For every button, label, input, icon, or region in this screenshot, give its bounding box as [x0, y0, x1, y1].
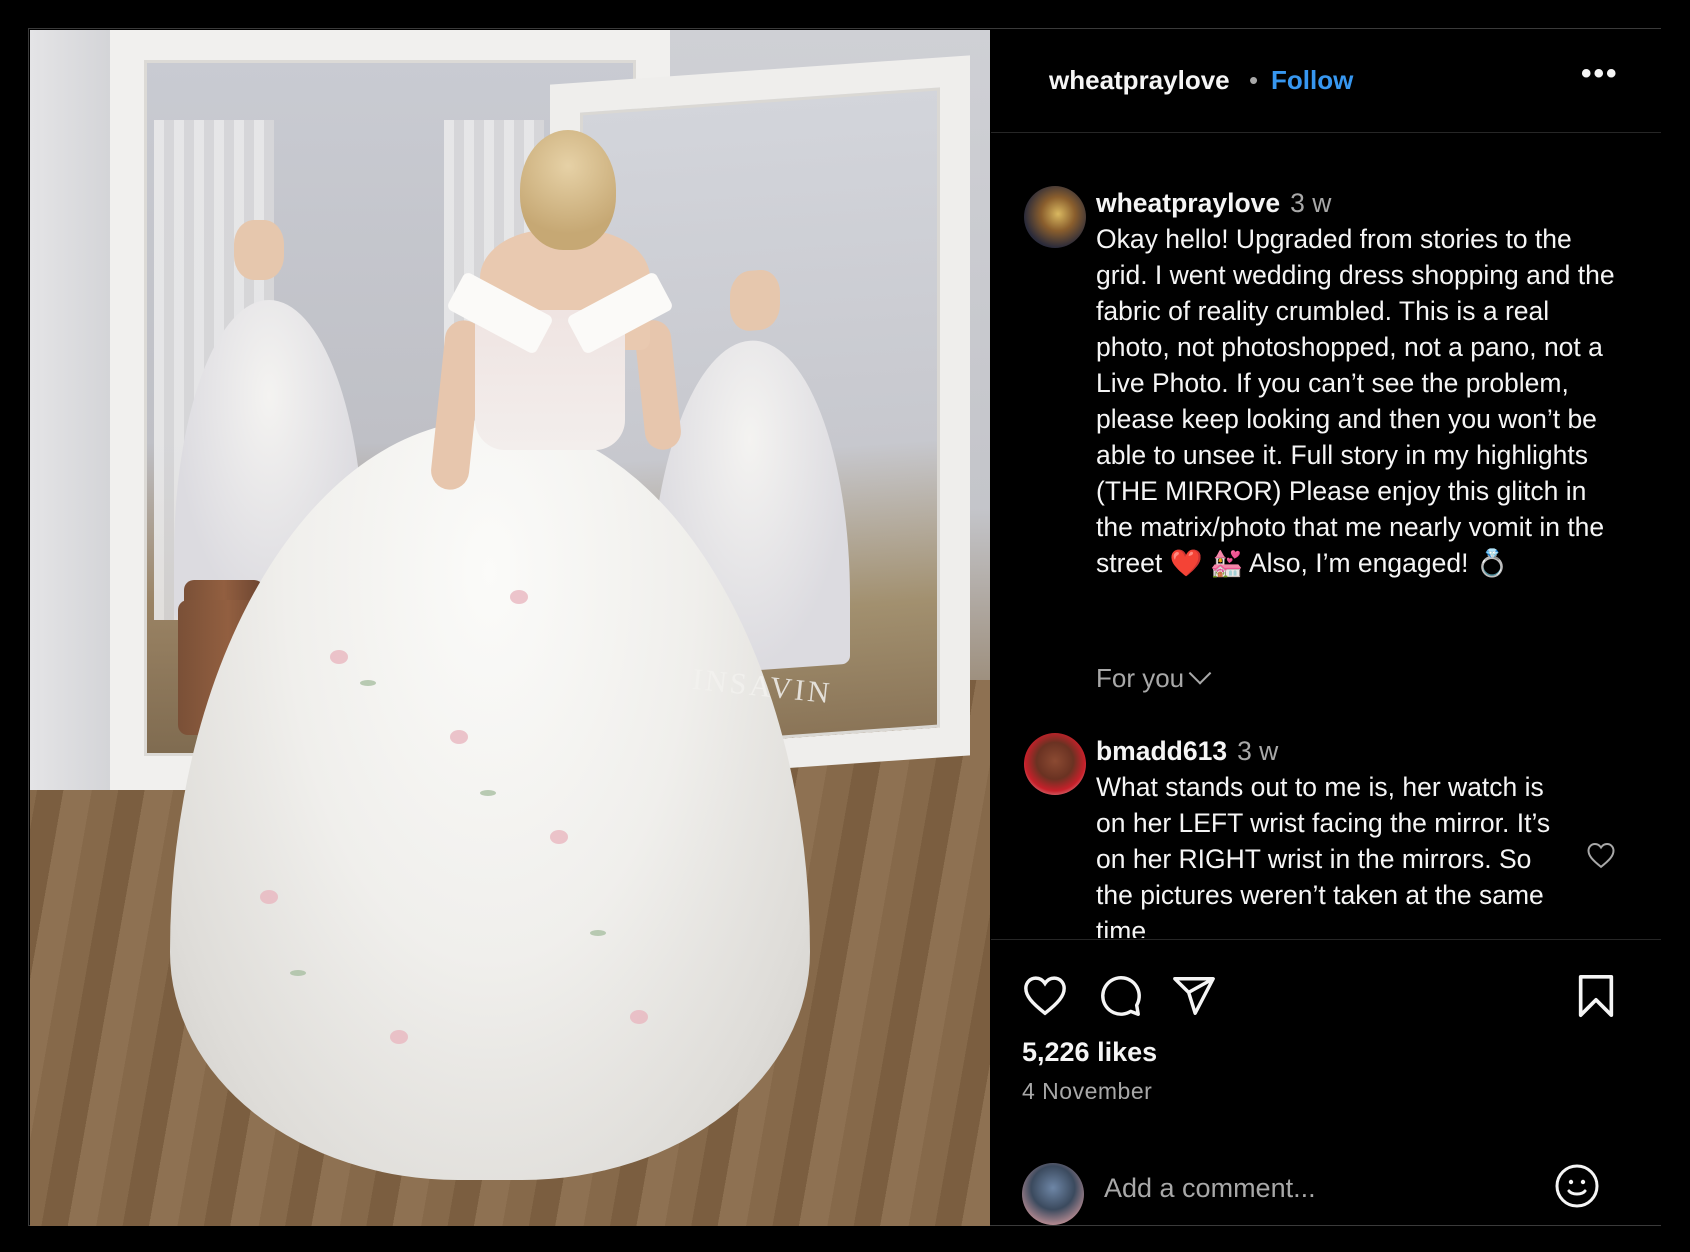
comment-like-icon[interactable]: [1586, 841, 1616, 874]
chevron-down-icon: [1188, 662, 1212, 685]
header-separator: •: [1249, 65, 1259, 95]
post-header: wheatpraylove • Follow •••: [991, 29, 1661, 133]
ring-emoji: 💍: [1475, 548, 1509, 578]
caption-username[interactable]: wheatpraylove: [1096, 188, 1280, 218]
emoji-icon[interactable]: [1553, 1162, 1601, 1215]
post-photo[interactable]: INSAVIN: [30, 30, 990, 1226]
caption-timestamp[interactable]: 3 w: [1290, 188, 1331, 218]
follow-button[interactable]: Follow: [1271, 65, 1353, 96]
comment: bmadd613 3 w What stands out to me is, he…: [1096, 733, 1566, 938]
caption-text: Okay hello! Upgraded from stories to the…: [1096, 224, 1615, 578]
for-you-label: For you: [1096, 663, 1185, 693]
post-date[interactable]: 4 November: [1022, 1078, 1152, 1105]
chapel-emoji: 💒: [1210, 548, 1244, 578]
for-you-dropdown[interactable]: For you: [1096, 662, 1212, 694]
commenter-avatar[interactable]: [1024, 733, 1086, 795]
header-username[interactable]: wheatpraylove: [1049, 65, 1230, 96]
add-comment-input[interactable]: Add a comment...: [1104, 1173, 1316, 1204]
comments-list[interactable]: wheatpraylove 3 w Okay hello! Upgraded fr…: [991, 133, 1661, 938]
post-side-panel: wheatpraylove • Follow ••• wheatpraylove…: [991, 29, 1661, 1225]
heart-emoji: ❤️: [1169, 548, 1203, 578]
likes-count[interactable]: 5,226 likes: [1022, 1037, 1157, 1068]
more-options-icon[interactable]: •••: [1581, 57, 1619, 91]
like-icon[interactable]: [1022, 973, 1068, 1022]
caption-text-end: Also, I’m engaged!: [1248, 548, 1469, 578]
post-window: INSAVIN wheatpraylove • Follow ••• wheat…: [28, 28, 1661, 1226]
current-user-avatar: [1022, 1163, 1084, 1225]
comment-icon[interactable]: [1097, 973, 1143, 1024]
post-actions: 5,226 likes 4 November Add a comment...: [991, 939, 1661, 1226]
photo-person-head: [520, 130, 616, 250]
share-icon[interactable]: [1171, 973, 1217, 1024]
comment-timestamp[interactable]: 3 w: [1237, 736, 1278, 766]
comment-username[interactable]: bmadd613: [1096, 736, 1227, 766]
author-avatar[interactable]: [1024, 186, 1086, 248]
bookmark-icon[interactable]: [1576, 973, 1616, 1024]
comment-text: What stands out to me is, her watch is o…: [1096, 772, 1551, 938]
post-caption: wheatpraylove 3 w Okay hello! Upgraded fr…: [1096, 185, 1626, 581]
